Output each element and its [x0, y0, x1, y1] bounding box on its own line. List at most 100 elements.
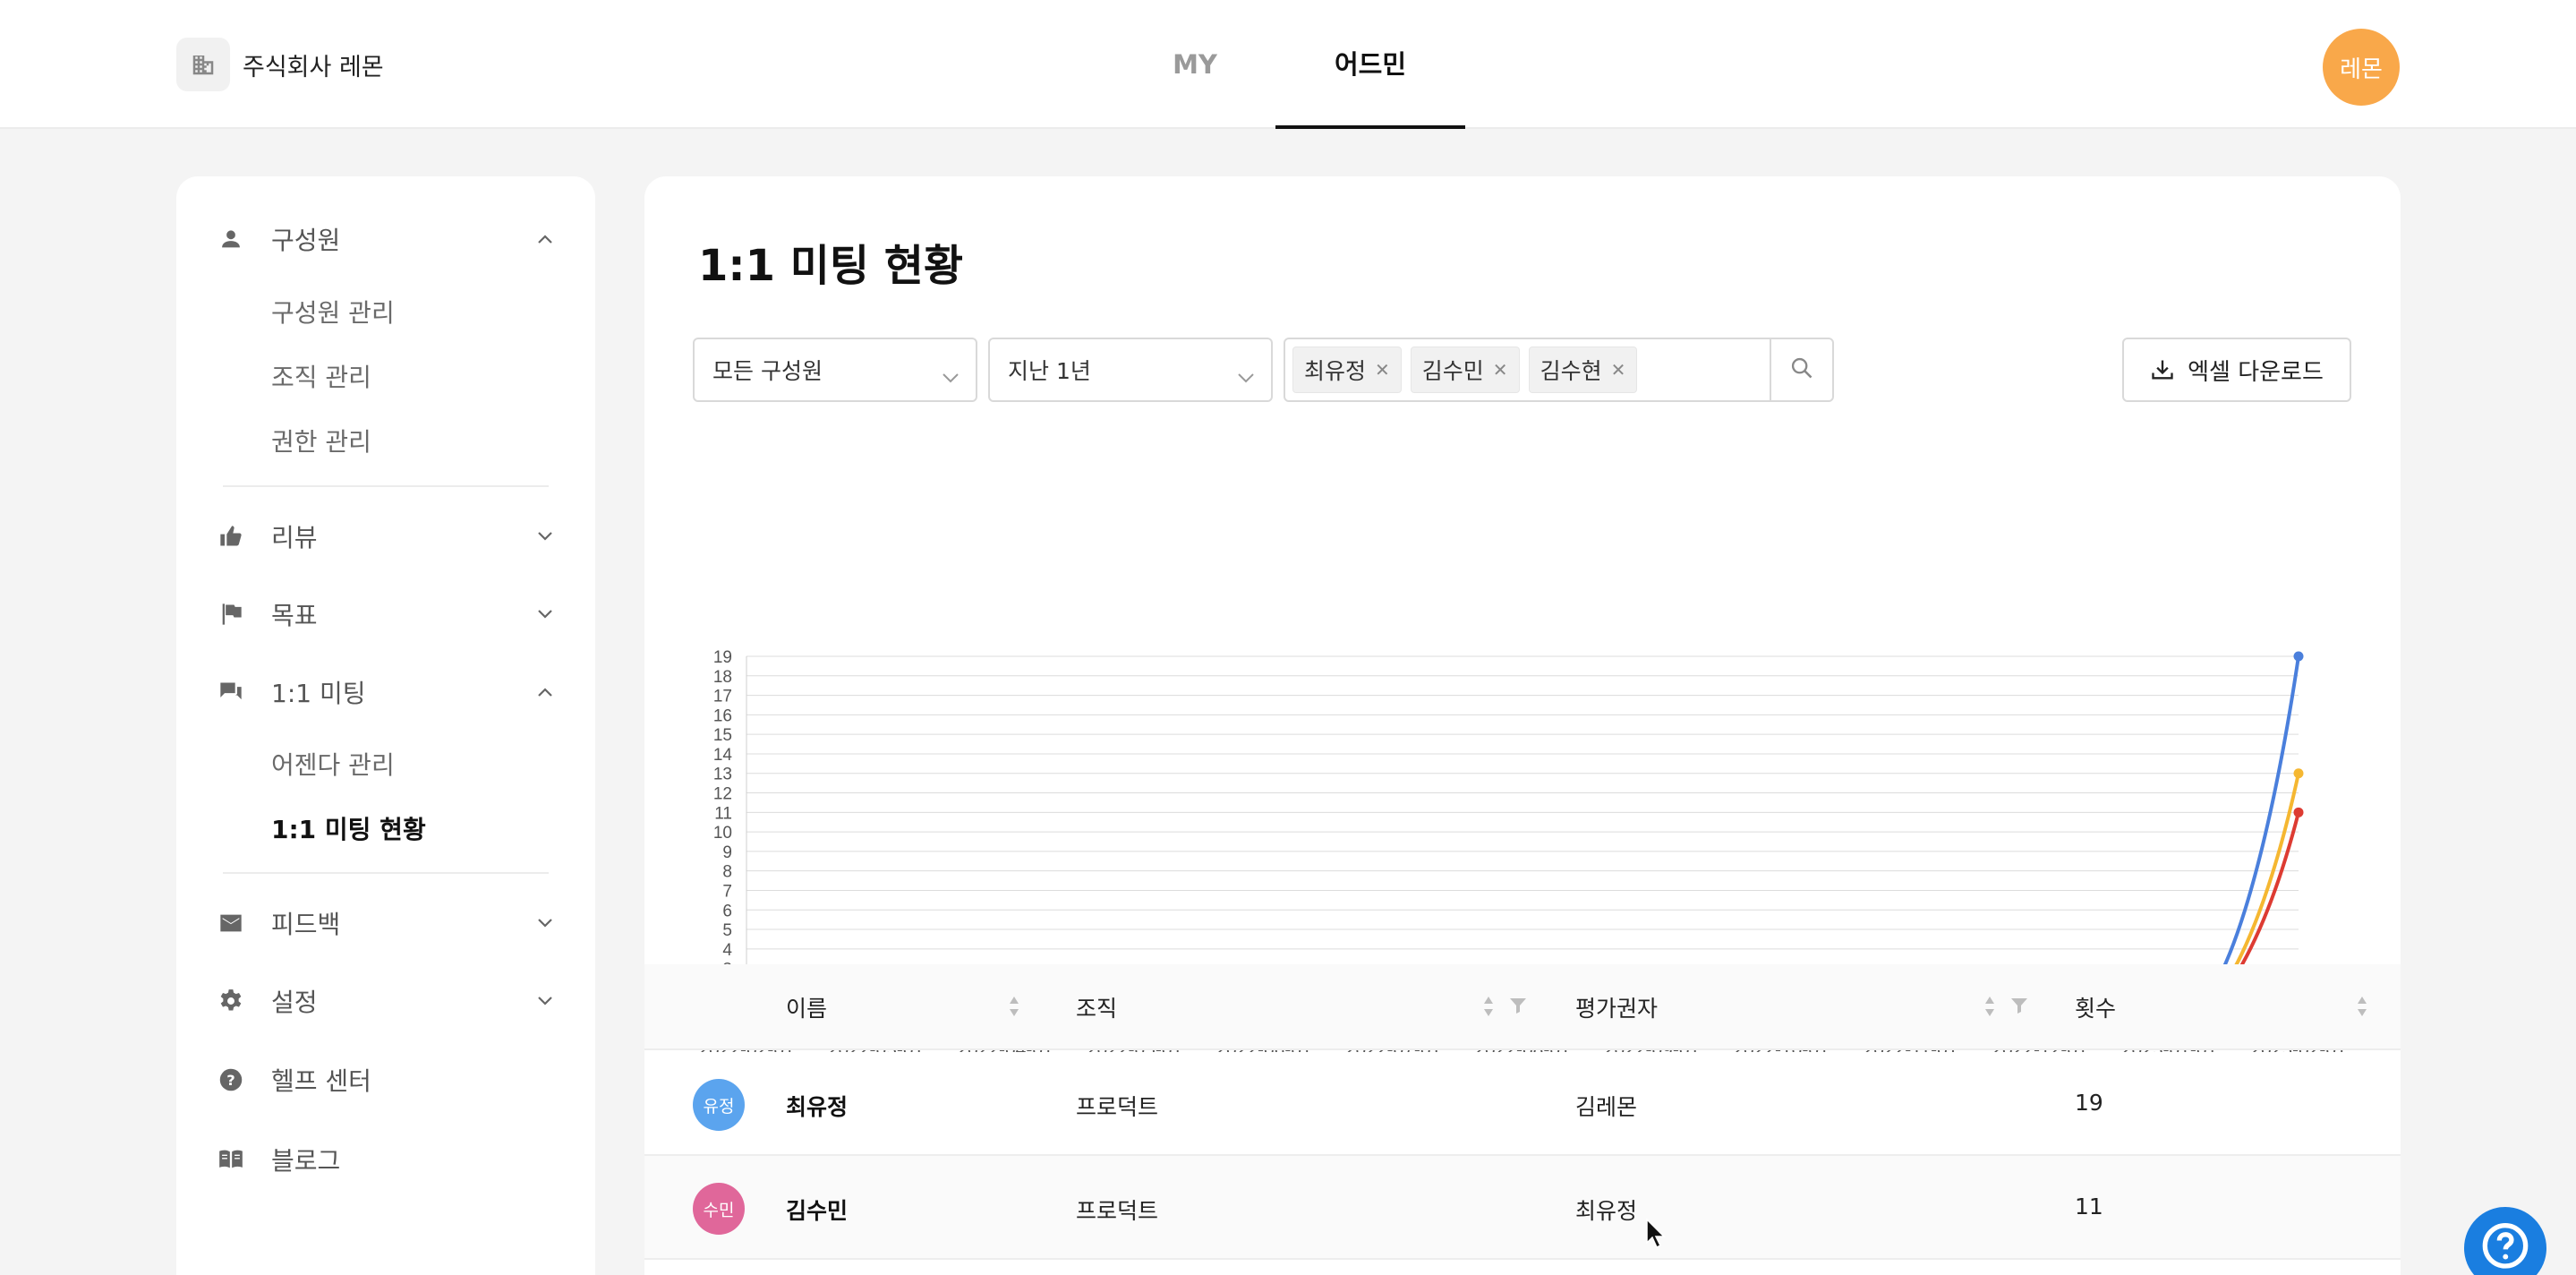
table-row[interactable]: 수민 김수민 프로덕트 최유정 11 — [644, 1156, 2401, 1260]
member-tag: 김수현 ✕ — [1528, 347, 1638, 393]
avatar: 유정 — [693, 1079, 745, 1131]
chevron-down-icon — [534, 990, 556, 1012]
person-icon — [218, 226, 244, 252]
search-icon — [1789, 355, 1814, 384]
filter-icon[interactable] — [2010, 997, 2028, 1018]
cell-org: 프로덕트 — [1076, 1198, 1159, 1224]
top-header: 주식회사 레몬 MY 어드민 레몬 — [0, 0, 2576, 129]
chevron-down-icon — [534, 603, 556, 625]
y-tick-label: 9 — [722, 843, 732, 862]
company-name: 주식회사 레몬 — [243, 53, 384, 81]
column-header-count[interactable]: 횟수 — [2075, 991, 2116, 1023]
y-tick-label: 6 — [722, 902, 732, 920]
sort-icon[interactable] — [1008, 995, 1020, 1022]
y-tick-label: 18 — [713, 668, 732, 687]
y-tick-label: 13 — [713, 766, 732, 784]
excel-download-button[interactable]: 엑셀 다운로드 — [2122, 338, 2351, 402]
sidebar-group-one-on-one[interactable]: 1:1 미팅 — [176, 665, 595, 719]
y-tick-label: 4 — [722, 941, 732, 960]
sidebar-group-goals[interactable]: 목표 — [176, 587, 595, 641]
tab-admin[interactable]: 어드민 — [1275, 0, 1465, 129]
sidebar-group-members[interactable]: 구성원 — [176, 212, 595, 266]
sidebar-group-label: 리뷰 — [271, 523, 318, 552]
sidebar-link-help-center[interactable]: ? 헬프 센터 — [176, 1053, 595, 1107]
sidebar-group-feedback[interactable]: 피드백 — [176, 896, 595, 950]
search-button[interactable] — [1770, 338, 1834, 402]
y-tick-label: 14 — [713, 746, 733, 765]
y-tick-label: 15 — [713, 726, 732, 745]
column-header-evaluator[interactable]: 평가권자 — [1575, 991, 1658, 1023]
sidebar-item-agenda-management[interactable]: 어젠다 관리 — [271, 746, 395, 782]
sidebar-item-org-management[interactable]: 조직 관리 — [271, 358, 371, 394]
sidebar-group-review[interactable]: 리뷰 — [176, 509, 595, 563]
table-row[interactable]: 유정 최유정 프로덕트 김레몬 19 — [644, 1052, 2401, 1156]
sidebar-group-label: 블로그 — [271, 1146, 341, 1176]
chevron-down-icon — [942, 363, 960, 389]
sidebar-group-label: 목표 — [271, 601, 318, 630]
user-avatar[interactable]: 레몬 — [2323, 29, 2400, 106]
cell-name: 최유정 — [786, 1094, 849, 1120]
data-point — [2293, 807, 2304, 817]
close-icon[interactable]: ✕ — [1611, 359, 1626, 381]
main-content: 1:1 미팅 현황 모든 구성원 지난 1년 최유정 ✕ 김수민 ✕ 김수현 ✕ — [644, 176, 2401, 1275]
data-point — [2293, 651, 2304, 662]
chevron-down-icon — [534, 526, 556, 547]
gear-icon — [218, 988, 244, 1014]
period-select[interactable]: 지난 1년 — [988, 338, 1273, 402]
column-header-name[interactable]: 이름 — [786, 991, 827, 1023]
sidebar-group-settings[interactable]: 설정 — [176, 974, 595, 1028]
sidebar-item-permission-management[interactable]: 권한 관리 — [271, 423, 371, 458]
column-header-org[interactable]: 조직 — [1076, 991, 1117, 1023]
chat-icon — [218, 679, 244, 706]
building-icon — [176, 38, 230, 91]
excel-download-label: 엑셀 다운로드 — [2188, 358, 2324, 386]
member-tag-label: 김수현 — [1540, 358, 1602, 384]
page-title: 1:1 미팅 현황 — [698, 241, 964, 291]
book-icon — [218, 1146, 244, 1173]
y-tick-label: 16 — [713, 706, 732, 725]
chevron-up-icon — [534, 681, 556, 703]
member-tag-label: 최유정 — [1304, 358, 1367, 384]
chevron-down-icon — [1237, 363, 1255, 389]
y-tick-label: 19 — [713, 648, 732, 667]
sort-icon[interactable] — [1482, 995, 1495, 1022]
sidebar-group-label: 설정 — [271, 988, 318, 1017]
table-header: 이름 조직 평가권자 횟수 — [644, 964, 2401, 1050]
cell-count: 19 — [2075, 1090, 2103, 1116]
tab-my[interactable]: MY — [1146, 0, 1244, 129]
company-switcher[interactable]: 주식회사 레몬 — [176, 38, 384, 91]
svg-text:?: ? — [226, 1072, 235, 1089]
cell-name: 김수민 — [786, 1198, 849, 1224]
sidebar-group-label: 헬프 센터 — [271, 1066, 371, 1096]
y-tick-label: 12 — [713, 785, 732, 804]
sidebar-item-member-management[interactable]: 구성원 관리 — [271, 294, 395, 329]
sidebar-item-one-on-one-status[interactable]: 1:1 미팅 현황 — [271, 810, 426, 846]
data-point — [2293, 768, 2304, 779]
question-icon — [2482, 1223, 2529, 1269]
member-tag-input[interactable]: 최유정 ✕ 김수민 ✕ 김수현 ✕ — [1284, 338, 1771, 402]
sidebar-link-blog[interactable]: 블로그 — [176, 1133, 595, 1186]
help-chat-button[interactable] — [2464, 1207, 2546, 1275]
y-tick-label: 10 — [713, 824, 732, 843]
period-select-value: 지난 1년 — [1008, 358, 1091, 384]
help-circle-icon: ? — [218, 1066, 244, 1093]
member-select-value: 모든 구성원 — [712, 358, 823, 384]
flag-icon — [218, 601, 244, 628]
sort-icon[interactable] — [2356, 995, 2368, 1022]
close-icon[interactable]: ✕ — [1375, 359, 1390, 381]
member-tag: 김수민 ✕ — [1410, 347, 1520, 393]
filter-icon[interactable] — [1509, 997, 1527, 1018]
y-tick-label: 11 — [714, 804, 732, 823]
thumbs-up-icon — [218, 523, 244, 550]
cell-org: 프로덕트 — [1076, 1094, 1159, 1120]
close-icon[interactable]: ✕ — [1493, 359, 1508, 381]
member-tag: 최유정 ✕ — [1292, 347, 1402, 393]
cell-count: 11 — [2075, 1194, 2103, 1219]
download-icon — [2152, 360, 2173, 380]
member-tag-label: 김수민 — [1421, 358, 1484, 384]
y-tick-label: 7 — [722, 882, 732, 901]
member-select[interactable]: 모든 구성원 — [693, 338, 977, 402]
sidebar-group-label: 1:1 미팅 — [271, 679, 366, 708]
sort-icon[interactable] — [1983, 995, 1996, 1022]
chevron-down-icon — [534, 912, 556, 934]
